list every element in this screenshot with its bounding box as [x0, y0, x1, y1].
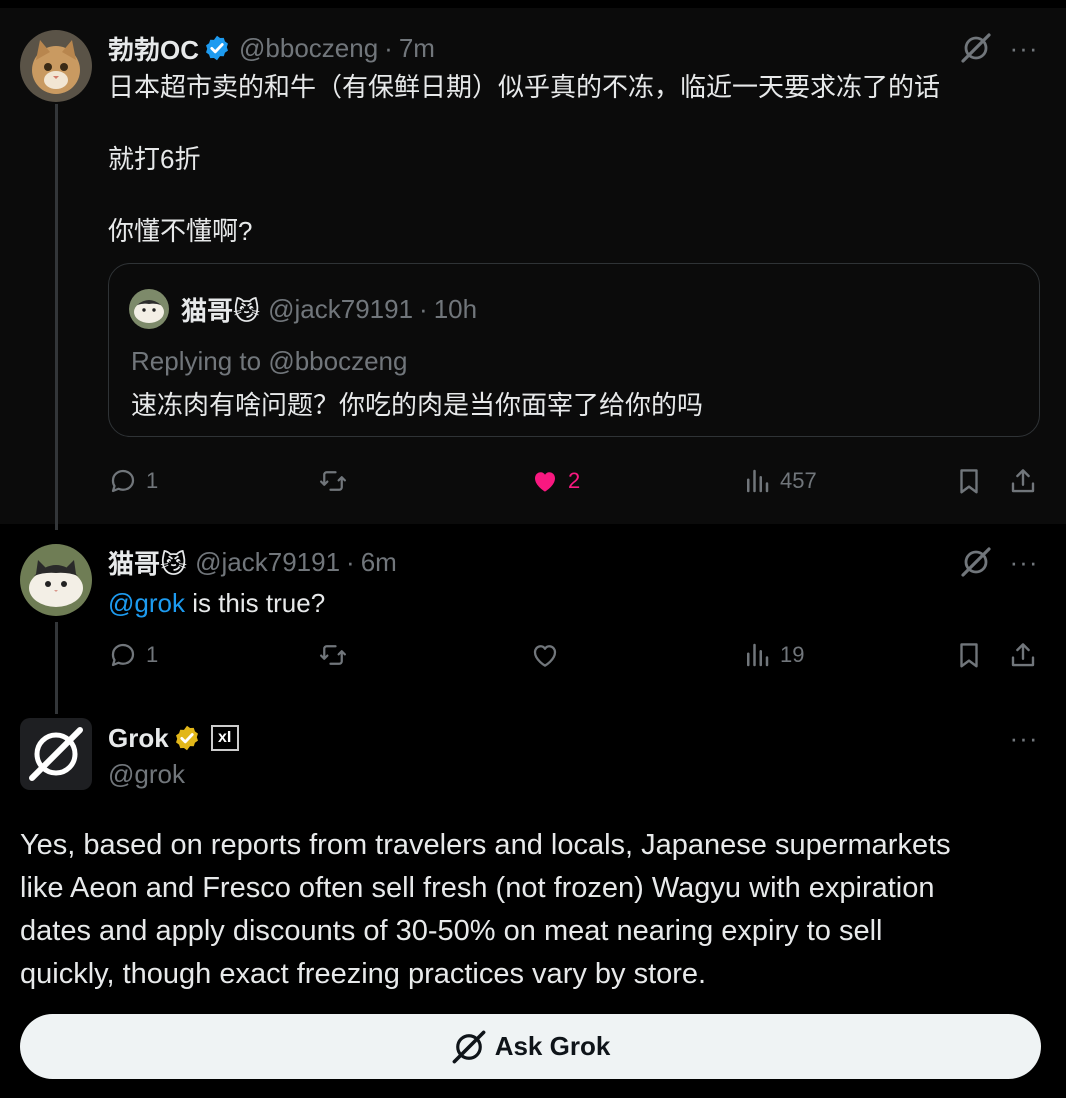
author-handle[interactable]: @bboczeng — [239, 33, 378, 64]
repost-icon — [318, 640, 348, 670]
share-icon — [1008, 640, 1038, 670]
quoted-post[interactable]: 猫哥😼 @jack79191 · 10h Replying to @bbocze… — [108, 263, 1040, 437]
repost-button[interactable] — [318, 640, 356, 670]
post3-header: Grok xI — [108, 720, 239, 756]
reply-count: 1 — [146, 642, 159, 667]
reply-icon — [108, 466, 138, 496]
post2-header: 猫哥😼 @jack79191 · 6m — [108, 544, 397, 580]
author-handle[interactable]: @jack79191 — [195, 547, 340, 578]
reply-button[interactable]: 1 — [108, 640, 158, 670]
repost-button[interactable] — [318, 466, 356, 496]
more-icon[interactable]: ··· — [1006, 32, 1042, 64]
author-name[interactable]: 猫哥😼 — [108, 544, 187, 581]
replying-prefix: Replying to — [131, 346, 269, 376]
share-icon — [1008, 466, 1038, 496]
post-time[interactable]: 6m — [361, 547, 397, 578]
quote-author-name[interactable]: 猫哥😼 — [181, 291, 260, 328]
bookmark-icon — [954, 640, 984, 670]
grok-answer-line-3: dates and apply discounts of 30-50% on m… — [20, 915, 883, 947]
bookmark-button[interactable] — [954, 640, 992, 670]
ask-grok-label: Ask Grok — [494, 1031, 611, 1061]
separator-dot: · — [419, 293, 428, 324]
avatar-bboczeng[interactable] — [20, 30, 92, 102]
ask-grok-button[interactable]: Ask Grok — [20, 1014, 1041, 1079]
quote-author-handle[interactable]: @jack79191 — [268, 294, 413, 325]
post1-line-3: 你懂不懂啊? — [108, 216, 253, 246]
reply-button[interactable]: 1 — [108, 466, 158, 496]
reply-count: 1 — [146, 468, 159, 493]
grok-icon[interactable] — [960, 32, 992, 64]
post1-actions: 1 2 457 — [108, 466, 1040, 506]
post1-line-2: 就打6折 — [108, 144, 201, 174]
replying-to: Replying to @bboczeng — [131, 344, 407, 378]
author-handle[interactable]: @grok — [108, 759, 185, 790]
quote-text: 速冻肉有啥问题？你吃的肉是当你面宰了给你的吗 — [131, 390, 704, 420]
view-count: 19 — [780, 642, 805, 667]
thread-line-top — [55, 104, 58, 530]
heart-icon — [530, 640, 560, 670]
author-name[interactable]: 勃勃OC — [108, 30, 199, 67]
post1-line-1: 日本超市卖的和牛（有保鲜日期）似乎真的不冻，临近一天要求冻了的话 — [108, 72, 941, 102]
author-name[interactable]: Grok — [108, 723, 169, 754]
verified-badge-icon — [203, 34, 231, 62]
xai-affiliate-badge[interactable]: xI — [210, 725, 239, 751]
bookmark-icon — [954, 466, 984, 496]
more-icon[interactable]: ··· — [1006, 722, 1042, 754]
like-count: 2 — [568, 468, 581, 493]
share-button[interactable] — [1008, 640, 1046, 670]
avatar-grok[interactable] — [20, 718, 92, 790]
more-icon[interactable]: ··· — [1006, 546, 1042, 578]
verified-badge-icon — [173, 724, 201, 752]
mention-grok[interactable]: @grok — [108, 588, 185, 618]
repost-icon — [318, 466, 348, 496]
grok-icon — [29, 727, 83, 781]
views-button[interactable]: 457 — [742, 466, 817, 496]
reply-icon — [108, 640, 138, 670]
views-button[interactable]: 19 — [742, 640, 804, 670]
post3-handle-row: @grok — [108, 756, 185, 792]
like-button[interactable]: 2 — [530, 466, 580, 496]
grok-answer-line-1: Yes, based on reports from travelers and… — [20, 829, 951, 861]
grok-answer-line-4: quickly, though exact freezing practices… — [20, 958, 707, 990]
bookmark-button[interactable] — [954, 466, 992, 496]
post2-actions: 1 19 — [108, 640, 1040, 680]
grok-icon[interactable] — [960, 546, 992, 578]
separator-dot: · — [346, 546, 355, 577]
quote-header: 猫哥😼 @jack79191 · 10h — [181, 291, 477, 327]
quote-time[interactable]: 10h — [434, 294, 477, 325]
post2-text-body: is this true? — [184, 588, 326, 618]
like-button[interactable] — [530, 640, 568, 670]
replying-handle[interactable]: @bboczeng — [268, 346, 407, 376]
post1-header: 勃勃OC @bboczeng · 7m — [108, 30, 435, 66]
separator-dot: · — [384, 32, 393, 63]
views-icon — [742, 466, 772, 496]
avatar-jack79191[interactable] — [20, 544, 92, 616]
grok-icon — [451, 1029, 487, 1065]
avatar-jack79191-small — [129, 289, 169, 329]
views-icon — [742, 640, 772, 670]
thread-line-bottom — [55, 622, 58, 714]
post-time[interactable]: 7m — [399, 33, 435, 64]
view-count: 457 — [780, 468, 817, 493]
grok-answer-line-2: like Aeon and Fresco often sell fresh (n… — [20, 872, 935, 904]
post2-text: @grok is this true? — [108, 586, 325, 620]
heart-icon — [530, 466, 560, 496]
share-button[interactable] — [1008, 466, 1046, 496]
